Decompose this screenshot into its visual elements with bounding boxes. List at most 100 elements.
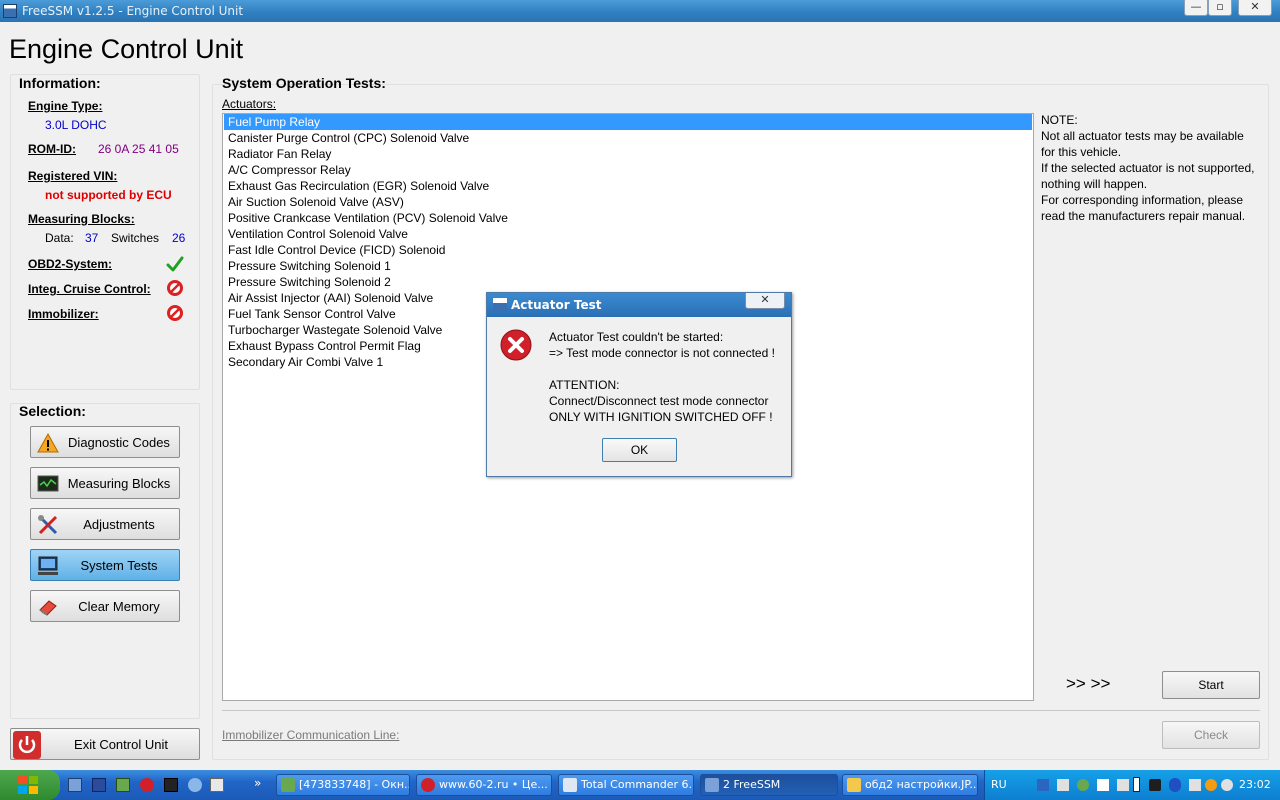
minimize-button[interactable]: —	[1184, 0, 1208, 16]
eraser-icon	[39, 600, 57, 616]
language-indicator[interactable]: RU	[991, 778, 1007, 791]
tray-icon[interactable]	[1149, 779, 1161, 791]
start-button[interactable]: Start	[1162, 671, 1260, 699]
battery-icon[interactable]	[1133, 777, 1140, 792]
media-icon[interactable]	[164, 778, 178, 792]
save-icon[interactable]	[92, 778, 106, 792]
error-icon	[500, 329, 532, 361]
actuator-list-item[interactable]: Fuel Pump Relay	[224, 114, 1032, 130]
app-icon	[493, 298, 507, 312]
network-icon[interactable]	[1037, 779, 1049, 791]
opera-icon[interactable]	[140, 778, 154, 792]
window-title: FreeSSM v1.2.5 - Engine Control Unit	[22, 4, 244, 18]
data-count: 37	[85, 231, 99, 245]
page-title: Engine Control Unit	[9, 34, 244, 64]
dialog-message-line: ONLY WITH IGNITION SWITCHED OFF !	[549, 410, 773, 424]
floppy-icon	[563, 778, 577, 792]
note-line: for this vehicle.	[1041, 145, 1122, 159]
note-line: NOTE:	[1041, 113, 1078, 127]
opera-icon	[421, 778, 435, 792]
wifi-icon[interactable]	[1221, 779, 1233, 791]
clear-memory-button[interactable]: Clear Memory	[30, 590, 180, 622]
actuator-list-item[interactable]: Pressure Switching Solenoid 1	[224, 258, 1032, 274]
task-item-active[interactable]: 2 FreeSSM	[700, 774, 838, 796]
tray-icon[interactable]	[1097, 779, 1109, 791]
system-tests-button[interactable]: System Tests	[30, 549, 180, 581]
dialog-close-button[interactable]: ✕	[745, 293, 785, 309]
engine-type-value: 3.0L DOHC	[45, 118, 107, 132]
actuator-list-item[interactable]: Exhaust Gas Recirculation (EGR) Solenoid…	[224, 178, 1032, 194]
task-item[interactable]: Total Commander 6...	[558, 774, 694, 796]
task-item[interactable]: обд2 настройки.JP...	[842, 774, 978, 796]
ok-button[interactable]: OK	[602, 438, 677, 462]
app-icon	[3, 4, 17, 18]
note-line: For corresponding information, please	[1041, 193, 1244, 207]
dialog-title: Actuator Test	[511, 298, 602, 312]
actuator-list-item[interactable]: A/C Compressor Relay	[224, 162, 1032, 178]
actuator-list-item[interactable]: Radiator Fan Relay	[224, 146, 1032, 162]
note-line: If the selected actuator is not supporte…	[1041, 161, 1255, 175]
adjustments-button[interactable]: Adjustments	[30, 508, 180, 540]
vin-label: Registered VIN:	[28, 169, 118, 183]
information-title: Information:	[19, 75, 101, 91]
power-icon	[13, 731, 41, 759]
actuator-list-item[interactable]: Ventilation Control Solenoid Valve	[224, 226, 1032, 242]
window-icon	[281, 778, 295, 792]
tray-icon[interactable]	[1077, 779, 1089, 791]
app-icon[interactable]	[210, 778, 224, 792]
taskbar: » [473833748] - Окн... www.60-2.ru • Це.…	[0, 770, 1280, 800]
task-item[interactable]: [473833748] - Окн...	[276, 774, 410, 796]
tools-icon	[38, 515, 58, 535]
dialog-message-line: Connect/Disconnect test mode connector	[549, 394, 769, 408]
measuring-blocks-button[interactable]: Measuring Blocks	[30, 467, 180, 499]
tool-icon[interactable]	[116, 778, 130, 792]
vin-value: not supported by ECU	[45, 188, 172, 202]
quicklaunch-app-icon[interactable]	[68, 778, 82, 792]
note-text: NOTE: Not all actuator tests may be avail…	[1041, 112, 1266, 224]
search-icon[interactable]	[188, 778, 202, 792]
actuator-list-item[interactable]: Fast Idle Control Device (FICD) Solenoid	[224, 242, 1032, 258]
app-icon	[705, 778, 719, 792]
dialog-message-line: => Test mode connector is not connected …	[549, 346, 775, 360]
monitor-graph-icon	[37, 475, 59, 492]
actuator-list-item[interactable]: Canister Purge Control (CPC) Solenoid Va…	[224, 130, 1032, 146]
window-title-bar[interactable]: FreeSSM v1.2.5 - Engine Control Unit — ▫…	[0, 0, 1280, 22]
immobilizer-label: Immobilizer:	[28, 307, 99, 321]
exit-control-unit-button[interactable]: Exit Control Unit	[10, 728, 200, 760]
windows-logo-icon	[18, 776, 38, 794]
diagnostic-codes-button[interactable]: Diagnostic Codes	[30, 426, 180, 458]
actuators-label: Actuators:	[222, 97, 277, 111]
measuring-blocks-label: Measuring Blocks:	[28, 212, 135, 226]
speaker-icon[interactable]	[1189, 779, 1201, 791]
separator	[222, 710, 1260, 711]
note-line: Not all actuator tests may be available	[1041, 129, 1244, 143]
dialog-title-bar[interactable]: Actuator Test ✕	[487, 293, 791, 317]
romid-value: 26 0A 25 41 05	[98, 142, 179, 156]
close-button[interactable]: ✕	[1238, 0, 1272, 16]
actuator-list-item[interactable]: Positive Crankcase Ventilation (PCV) Sol…	[224, 210, 1032, 226]
start-menu-button[interactable]	[0, 770, 60, 800]
tray-icon[interactable]	[1205, 779, 1217, 791]
switches-count: 26	[172, 231, 186, 245]
prohibited-icon	[167, 305, 183, 321]
task-item[interactable]: www.60-2.ru • Це...	[416, 774, 552, 796]
checkmark-icon	[166, 256, 184, 272]
selection-title: Selection:	[19, 403, 86, 419]
maximize-button[interactable]: ▫	[1208, 0, 1232, 16]
actuator-list-item[interactable]: Air Suction Solenoid Valve (ASV)	[224, 194, 1032, 210]
dialog-message: Actuator Test couldn't be started: => Tes…	[549, 329, 789, 425]
actuator-list-item[interactable]: Pressure Switching Solenoid 2	[224, 274, 1032, 290]
cruise-control-label: Integ. Cruise Control:	[28, 282, 151, 296]
tray-icon[interactable]	[1057, 779, 1069, 791]
bluetooth-icon[interactable]	[1169, 778, 1181, 792]
image-icon	[847, 778, 861, 792]
note-line: read the manufacturers repair manual.	[1041, 209, 1246, 223]
computer-icon	[38, 556, 58, 575]
data-label: Data:	[45, 231, 74, 245]
check-button[interactable]: Check	[1162, 721, 1260, 749]
system-tray: RU 23:02	[984, 770, 1280, 800]
quicklaunch-expand[interactable]: »	[254, 776, 261, 790]
dialog-message-line: Actuator Test couldn't be started:	[549, 330, 724, 344]
dialog-message-line	[549, 361, 789, 377]
volume-icon[interactable]	[1117, 779, 1129, 791]
